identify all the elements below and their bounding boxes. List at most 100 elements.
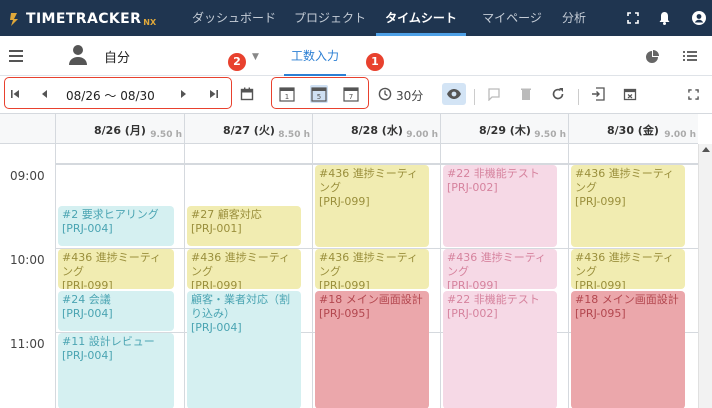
entry-project: [PRJ-004] — [62, 222, 113, 235]
fullscreen-icon[interactable] — [684, 85, 702, 103]
grid-line — [568, 144, 569, 408]
tab-work-entry[interactable]: 工数入力 — [280, 36, 350, 76]
nav-tab-project[interactable]: プロジェクト — [290, 0, 370, 36]
interval-value[interactable]: 30分 — [396, 87, 423, 104]
day-label: 8/27 (火) — [223, 124, 275, 137]
eye-icon[interactable] — [442, 83, 466, 105]
calendar-icon[interactable] — [238, 85, 256, 103]
sub-header: 自分 ▼ 工数入力 — [0, 36, 712, 76]
week-7-view-icon[interactable]: 7 — [342, 85, 360, 103]
entry-project: [PRJ-004] — [62, 349, 113, 362]
time-entry[interactable]: 顧客・業者対応（割り込み） [PRJ-004] — [187, 291, 301, 408]
entry-title: #436 進捗ミーティング — [319, 167, 419, 194]
time-entry[interactable]: #22 非機能テスト [PRJ-002] — [443, 165, 557, 247]
pie-chart-icon[interactable] — [644, 47, 662, 65]
day-label: 8/28 (水) — [351, 124, 403, 137]
calendar-clear-icon[interactable] — [621, 85, 639, 103]
week-calendar: 8/26 (月) 9.50 h 8/27 (火) 8.50 h 8/28 (水)… — [0, 113, 712, 408]
entry-project: [PRJ-099] — [575, 195, 626, 208]
time-entry[interactable]: #436 進捗ミーティング [PRJ-099] — [443, 249, 557, 289]
entry-title: 顧客・業者対応（割り込み） — [191, 293, 290, 320]
entry-project: [PRJ-002] — [447, 307, 498, 320]
time-entry[interactable]: #436 進捗ミーティング [PRJ-099] — [315, 249, 429, 289]
day-header[interactable]: 8/30 (金) 9.00 h — [568, 114, 698, 144]
time-entry[interactable]: #436 進捗ミーティング [PRJ-099] — [571, 165, 685, 247]
bell-icon[interactable] — [655, 9, 673, 27]
day-header[interactable]: 8/28 (水) 9.00 h — [312, 114, 440, 144]
entry-project: [PRJ-095] — [575, 307, 626, 320]
entry-title: #22 非機能テスト — [447, 293, 540, 306]
grid-line — [55, 144, 56, 408]
clock-icon[interactable] — [376, 85, 394, 103]
scroll-up-icon[interactable] — [702, 147, 710, 152]
week-5-view-icon[interactable]: 5 — [310, 85, 328, 103]
time-entry[interactable]: #18 メイン画面設計 [PRJ-095] — [571, 291, 685, 408]
date-range[interactable]: 08/26 ～ 08/30 — [66, 87, 155, 104]
time-label: 11:00 — [10, 337, 45, 351]
time-label: 10:00 — [10, 253, 45, 267]
time-entry[interactable]: #436 進捗ミーティング [PRJ-099] — [571, 249, 685, 289]
day-hours: 9.00 h — [406, 130, 438, 140]
divider — [578, 89, 579, 105]
time-entry[interactable]: #22 非機能テスト [PRJ-002] — [443, 291, 557, 408]
time-entry[interactable]: #436 進捗ミーティング [PRJ-099] — [187, 249, 301, 289]
import-icon[interactable] — [589, 85, 607, 103]
trash-icon[interactable] — [517, 85, 535, 103]
top-nav: TIMETRACKER NX ダッシュボード プロジェクト タイムシート マイペ… — [0, 0, 712, 36]
nav-tab-mypage[interactable]: マイページ — [474, 0, 550, 36]
entry-title: #2 要求ヒアリング — [62, 208, 159, 221]
week5-view-number: 5 — [317, 93, 321, 101]
nav-tab-analysis[interactable]: 分析 — [556, 0, 592, 36]
menu-icon[interactable] — [9, 50, 23, 62]
day-label: 8/26 (月) — [94, 124, 146, 137]
entry-title: #436 進捗ミーティング — [447, 251, 547, 278]
logo[interactable]: TIMETRACKER NX — [8, 9, 156, 29]
day-hours: 9.50 h — [534, 130, 566, 140]
toolbar: 08/26 ～ 08/30 2 1 1 5 7 30分 — [0, 53, 712, 113]
day-view-icon[interactable]: 1 — [278, 85, 296, 103]
entry-project: [PRJ-099] — [62, 279, 113, 289]
time-entry[interactable]: #436 進捗ミーティング [PRJ-099] — [58, 249, 174, 289]
week7-view-number: 7 — [349, 93, 353, 101]
day-hours: 9.00 h — [664, 130, 696, 140]
entry-project: [PRJ-099] — [319, 195, 370, 208]
time-entry[interactable]: #18 メイン画面設計 [PRJ-095] — [315, 291, 429, 408]
time-entry[interactable]: #11 設計レビュー [PRJ-004] — [58, 333, 174, 408]
entry-project: [PRJ-095] — [319, 307, 370, 320]
entry-project: [PRJ-099] — [191, 279, 242, 289]
last-page-icon[interactable] — [205, 85, 223, 103]
day-header[interactable]: 8/29 (木) 9.50 h — [440, 114, 568, 144]
app-root: TIMETRACKER NX ダッシュボード プロジェクト タイムシート マイペ… — [0, 0, 712, 408]
grid-line — [312, 144, 313, 408]
prev-icon[interactable] — [36, 85, 54, 103]
nav-tab-timesheet[interactable]: タイムシート — [376, 0, 466, 36]
entry-title: #436 進捗ミーティング — [575, 251, 675, 278]
first-page-icon[interactable] — [6, 85, 24, 103]
day-header[interactable]: 8/26 (月) 9.50 h — [55, 114, 184, 144]
entry-title: #436 進捗ミーティング — [62, 251, 162, 278]
day-header[interactable]: 8/27 (火) 8.50 h — [184, 114, 312, 144]
entry-project: [PRJ-099] — [319, 279, 370, 289]
time-entry[interactable]: #27 顧客対応 [PRJ-001] — [187, 206, 301, 246]
logo-text: TIMETRACKER — [26, 11, 142, 27]
entry-title: #436 進捗ミーティング — [319, 251, 419, 278]
entry-title: #27 顧客対応 — [191, 208, 262, 221]
fullscreen-icon[interactable] — [624, 9, 642, 27]
time-entry[interactable]: #436 進捗ミーティング [PRJ-099] — [315, 165, 429, 247]
nav-tab-dashboard[interactable]: ダッシュボード — [186, 0, 282, 36]
refresh-icon[interactable] — [549, 85, 567, 103]
time-gutter-header — [0, 114, 55, 144]
user-name[interactable]: 自分 — [104, 47, 130, 66]
time-entry[interactable]: #2 要求ヒアリング [PRJ-004] — [58, 206, 174, 246]
next-icon[interactable] — [174, 85, 192, 103]
entry-project: [PRJ-099] — [447, 279, 498, 289]
all-day-row[interactable] — [55, 144, 698, 164]
comment-icon[interactable] — [485, 85, 503, 103]
vertical-scrollbar[interactable] — [698, 144, 712, 408]
list-icon[interactable] — [681, 47, 699, 65]
user-icon — [69, 45, 87, 65]
chevron-down-icon[interactable]: ▼ — [252, 52, 259, 62]
time-entry[interactable]: #24 会議 [PRJ-004] — [58, 291, 174, 331]
entry-project: [PRJ-004] — [62, 307, 113, 320]
account-icon[interactable] — [690, 9, 708, 27]
